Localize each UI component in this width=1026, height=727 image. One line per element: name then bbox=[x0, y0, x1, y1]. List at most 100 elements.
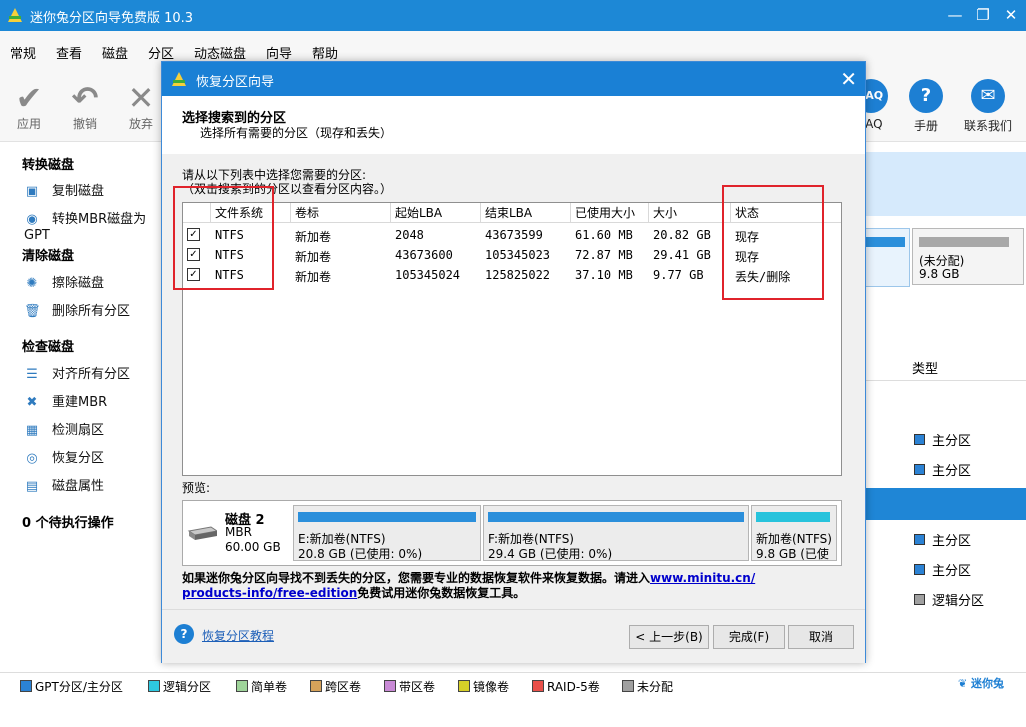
legend-swatch bbox=[622, 680, 634, 692]
list-row[interactable]: 逻辑分区 bbox=[860, 590, 1026, 614]
pending-operations: 0 个待执行操作 bbox=[22, 516, 114, 531]
disk-map-pane: (未分配) 9.8 GB 类型 主分区 主分区 主分区 主分区 逻辑分区 bbox=[860, 142, 1026, 672]
close-window-button[interactable]: ✕ bbox=[996, 3, 1026, 27]
legend-raid5: RAID-5卷 bbox=[532, 678, 600, 695]
legend-spanned: 跨区卷 bbox=[310, 678, 361, 695]
primary-swatch bbox=[914, 564, 925, 575]
sidebar-item-delete-all[interactable]: 🗑 删除所有分区 bbox=[24, 300, 130, 320]
disk-size: 60.00 GB bbox=[225, 540, 281, 554]
legend-mirrored: 镜像卷 bbox=[458, 678, 509, 695]
undo-button[interactable]: ↶ 撤销 bbox=[61, 81, 109, 132]
preview-partition-lost[interactable]: 新加卷(NTFS) 9.8 GB (已使 bbox=[751, 505, 837, 561]
sidebar-item-properties[interactable]: ▤ 磁盘属性 bbox=[24, 475, 104, 495]
discard-button[interactable]: ✕ 放弃 bbox=[117, 81, 165, 132]
sidebar-item-recover[interactable]: ◎ 恢复分区 bbox=[24, 447, 104, 467]
apply-label: 应用 bbox=[16, 117, 41, 131]
disk-preview: 磁盘 2 MBR 60.00 GB E:新加卷(NTFS) 20.8 GB (已… bbox=[182, 500, 842, 566]
sidebar-item-rebuild-mbr[interactable]: ✖ 重建MBR bbox=[24, 391, 108, 411]
logical-swatch bbox=[914, 594, 925, 605]
primary-swatch bbox=[914, 464, 925, 475]
menu-general[interactable]: 常规 bbox=[10, 43, 36, 62]
dialog-subheading: 选择所有需要的分区（现存和丢失） bbox=[200, 126, 393, 140]
check-icon: ✔ bbox=[15, 79, 43, 117]
legend-swatch bbox=[20, 680, 32, 692]
column-header-label[interactable]: 卷标 bbox=[291, 203, 391, 223]
list-row[interactable]: 主分区 bbox=[860, 560, 1026, 584]
apply-button[interactable]: ✔ 应用 bbox=[5, 81, 53, 132]
dialog-close-button[interactable]: ✕ bbox=[840, 67, 857, 91]
sidebar-item-wipe-disk[interactable]: ✺ 擦除磁盘 bbox=[24, 272, 104, 292]
selected-list-row[interactable] bbox=[860, 488, 1026, 520]
primary-swatch bbox=[914, 434, 925, 445]
highlight-box-filesystem bbox=[173, 186, 274, 290]
list-row[interactable]: 主分区 bbox=[860, 430, 1026, 454]
back-button[interactable]: < 上一步(B) bbox=[629, 625, 709, 649]
menu-dynamic-disk[interactable]: 动态磁盘 bbox=[194, 43, 246, 62]
partition-bar bbox=[488, 512, 744, 522]
unallocated-block[interactable]: (未分配) 9.8 GB bbox=[912, 228, 1024, 285]
legend-swatch bbox=[532, 680, 544, 692]
legend-logical: 逻辑分区 bbox=[148, 678, 211, 695]
legend-simple: 简单卷 bbox=[236, 678, 287, 695]
sidebar-item-align[interactable]: ☰ 对齐所有分区 bbox=[24, 363, 130, 383]
menu-help[interactable]: 帮助 bbox=[312, 43, 338, 62]
cancel-button[interactable]: 取消 bbox=[788, 625, 854, 649]
menu-view[interactable]: 查看 bbox=[56, 43, 82, 62]
hard-disk-icon bbox=[187, 523, 219, 543]
sidebar-item-copy-disk[interactable]: ▣ 复制磁盘 bbox=[24, 180, 104, 200]
partition-list-header: 类型 bbox=[860, 352, 1026, 381]
legend-striped: 带区卷 bbox=[384, 678, 435, 695]
copy-disk-icon: ▣ bbox=[25, 184, 39, 199]
type-column-header: 类型 bbox=[912, 362, 939, 377]
legend-swatch bbox=[384, 680, 396, 692]
highlight-box-status bbox=[722, 185, 824, 300]
tutorial-link[interactable]: 恢复分区教程 bbox=[202, 627, 274, 644]
column-header-end-lba[interactable]: 结束LBA bbox=[481, 203, 571, 223]
partition-bar bbox=[298, 512, 476, 522]
tools-icon: ✖ bbox=[26, 395, 38, 410]
dialog-footer: ? 恢复分区教程 < 上一步(B) 完成(F) 取消 bbox=[162, 609, 865, 663]
surface-test-icon: ▦ bbox=[25, 423, 39, 438]
column-header-used[interactable]: 已使用大小 bbox=[571, 203, 649, 223]
convert-icon: ◉ bbox=[26, 212, 38, 227]
group-check-disk: 检查磁盘 bbox=[22, 340, 75, 355]
brand-logo: ❦ 迷你兔 bbox=[958, 677, 1005, 690]
list-row[interactable]: 主分区 bbox=[860, 530, 1026, 554]
dialog-title: 恢复分区向导 bbox=[196, 75, 275, 90]
group-clean-disk: 清除磁盘 bbox=[22, 249, 75, 264]
status-area bbox=[0, 697, 1026, 727]
properties-icon: ▤ bbox=[25, 479, 39, 494]
menu-disk[interactable]: 磁盘 bbox=[102, 43, 128, 62]
legend-swatch bbox=[310, 680, 322, 692]
sidebar-item-mbr-to-gpt[interactable]: ◉ 转换MBR磁盘为GPT bbox=[24, 208, 160, 243]
finish-button[interactable]: 完成(F) bbox=[713, 625, 785, 649]
contact-button[interactable]: ✉ 联系我们 bbox=[958, 79, 1018, 134]
restore-button[interactable]: ❐ bbox=[968, 3, 998, 27]
help-icon[interactable]: ? bbox=[174, 624, 194, 644]
contact-label: 联系我们 bbox=[963, 119, 1012, 133]
app-logo-icon bbox=[6, 6, 24, 24]
preview-partition-e[interactable]: E:新加卷(NTFS) 20.8 GB (已使用: 0%) bbox=[293, 505, 481, 561]
free-edition-link[interactable]: products-info/free-edition bbox=[182, 586, 357, 600]
column-header-size[interactable]: 大小 bbox=[649, 203, 731, 223]
list-row[interactable]: 主分区 bbox=[860, 460, 1026, 484]
manual-button[interactable]: ? 手册 bbox=[896, 79, 956, 134]
primary-swatch bbox=[914, 534, 925, 545]
recovery-note: 如果迷你兔分区向导找不到丢失的分区，您需要专业的数据恢复软件来恢复数据。请进入w… bbox=[182, 571, 756, 600]
partition-block[interactable] bbox=[860, 228, 910, 287]
minitool-link[interactable]: www.minitu.cn/ bbox=[650, 571, 755, 585]
wizard-logo-icon bbox=[170, 70, 188, 88]
column-header-start-lba[interactable]: 起始LBA bbox=[391, 203, 481, 223]
app-title-bar: 迷你兔分区向导免费版 10.3 — ❐ ✕ bbox=[0, 0, 1026, 31]
menu-partition[interactable]: 分区 bbox=[148, 43, 174, 62]
preview-partition-f[interactable]: F:新加卷(NTFS) 29.4 GB (已使用: 0%) bbox=[483, 505, 749, 561]
group-convert-disk: 转换磁盘 bbox=[22, 158, 75, 173]
minimize-button[interactable]: — bbox=[940, 3, 970, 27]
discard-label: 放弃 bbox=[128, 117, 153, 131]
align-icon: ☰ bbox=[26, 367, 38, 382]
partition-bar bbox=[756, 512, 830, 522]
menu-wizard[interactable]: 向导 bbox=[266, 43, 292, 62]
sidebar-item-surface-test[interactable]: ▦ 检测扇区 bbox=[24, 419, 104, 439]
recover-icon: ◎ bbox=[26, 451, 38, 466]
manual-label: 手册 bbox=[913, 119, 938, 133]
